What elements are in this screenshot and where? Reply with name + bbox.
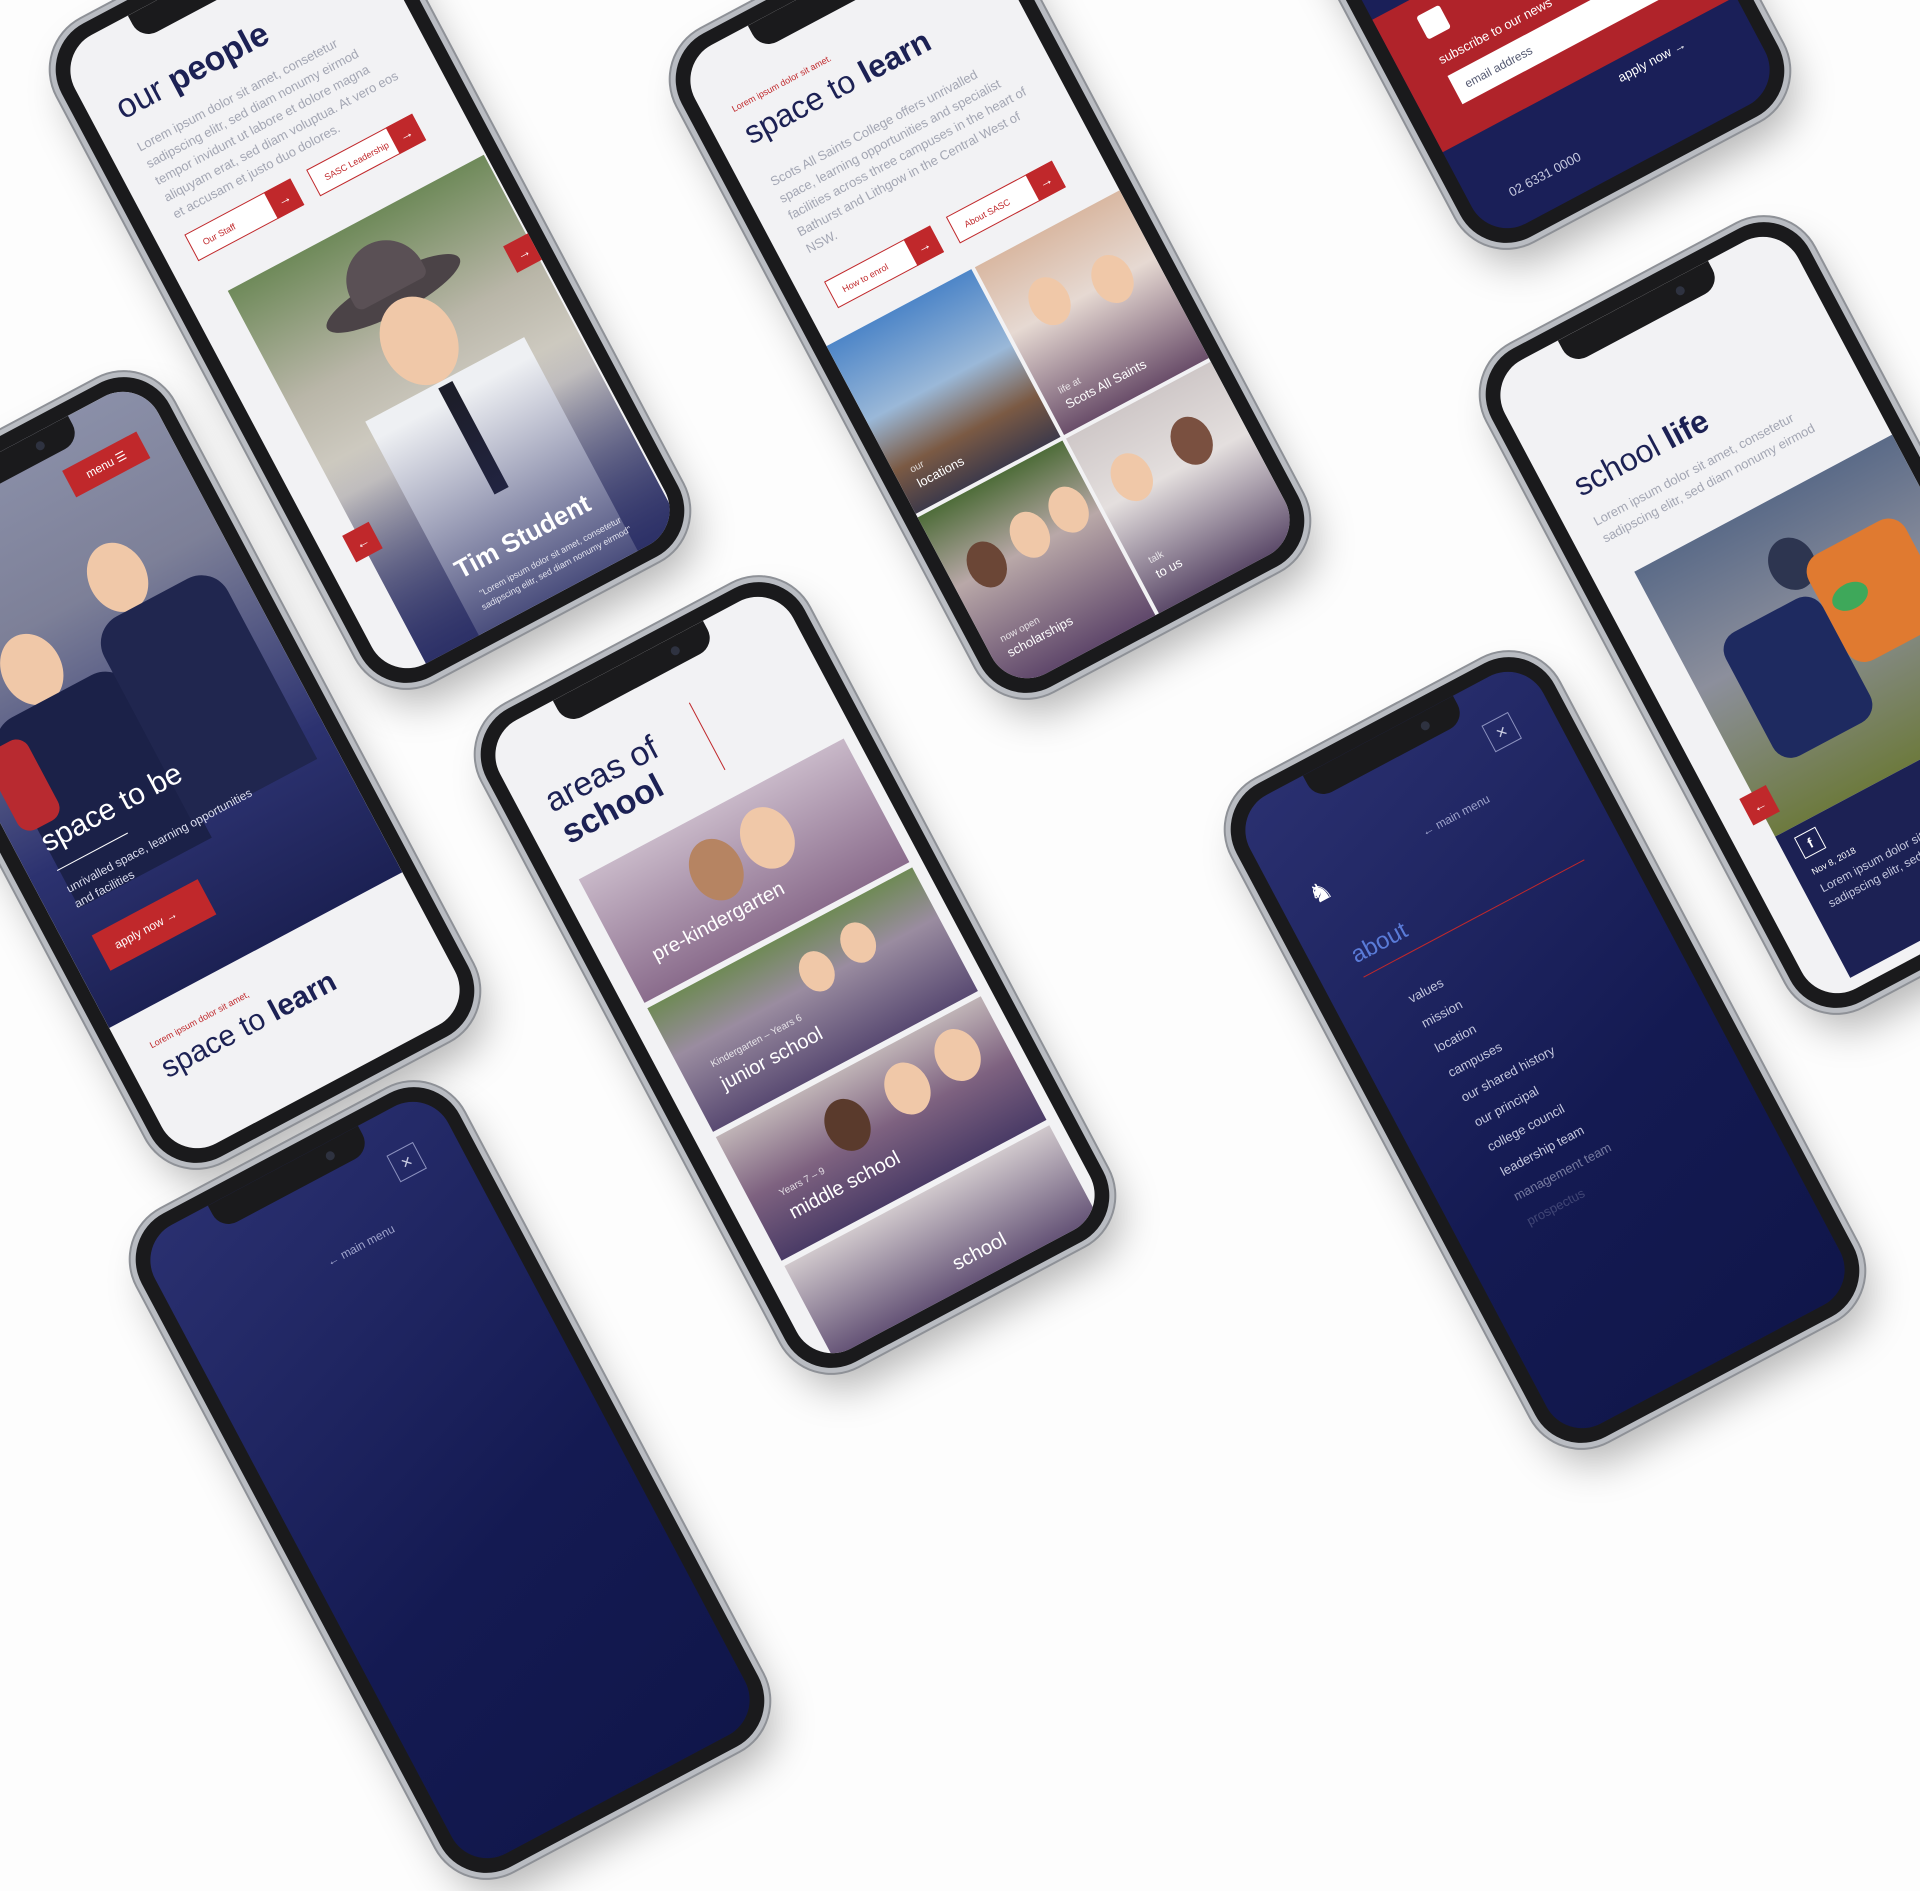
tile-title: school bbox=[948, 1228, 1011, 1276]
arrow-right-icon: → bbox=[162, 906, 180, 925]
section-title: about bbox=[1346, 916, 1413, 969]
intro-text: Scots All Saints College offers unrivall… bbox=[767, 66, 1029, 257]
title-bold: life bbox=[1656, 402, 1715, 456]
tile-label: talk to us bbox=[1146, 541, 1185, 581]
student-face bbox=[875, 1054, 940, 1123]
student-face bbox=[791, 944, 842, 998]
page-title: areas of school bbox=[538, 729, 681, 852]
facebook-icon: f bbox=[1793, 826, 1827, 860]
back-to-main-menu[interactable]: ← main menu bbox=[1420, 792, 1493, 839]
phone-subscribe: subscribe to our news email address appl… bbox=[1137, 0, 1803, 262]
student-face bbox=[1020, 269, 1079, 333]
arrow-right-icon: → bbox=[1670, 36, 1689, 56]
title-bold: learn bbox=[852, 22, 937, 91]
our-staff-label: Our Staff bbox=[200, 221, 238, 248]
menu-item-mission[interactable]: mission bbox=[1419, 997, 1465, 1031]
close-icon[interactable]: ✕ bbox=[1481, 711, 1522, 753]
title-bold: learn bbox=[263, 964, 342, 1028]
student-face bbox=[1162, 409, 1222, 473]
arrow-right-icon: → bbox=[263, 178, 305, 219]
lion-crest-icon: ♞ bbox=[1302, 873, 1338, 911]
student-face bbox=[1102, 445, 1162, 509]
screen-menu-small: ✕ ← main menu bbox=[136, 1087, 764, 1873]
menu-label: menu bbox=[83, 454, 117, 482]
notch bbox=[1302, 695, 1467, 801]
photo-overlay bbox=[321, 331, 684, 671]
title-thin: our bbox=[109, 70, 171, 127]
arrow-right-icon: → bbox=[903, 225, 945, 267]
tile-label: school bbox=[949, 1229, 1010, 1276]
leadership-label: SASC Leadership bbox=[322, 139, 391, 183]
menu-item-location[interactable]: location bbox=[1432, 1021, 1479, 1055]
arrow-right-icon: → bbox=[1025, 160, 1066, 202]
student-face bbox=[1083, 247, 1142, 311]
notch bbox=[1557, 260, 1722, 366]
arrow-right-icon: → bbox=[385, 113, 427, 155]
tile-label: our locations bbox=[907, 440, 966, 490]
menu-item-values[interactable]: values bbox=[1406, 975, 1446, 1006]
submenu-list: values mission location campuses our sha… bbox=[1406, 889, 1769, 1310]
student-face bbox=[833, 916, 884, 970]
about-label: About SASC bbox=[962, 196, 1012, 230]
back-label: main menu bbox=[1433, 791, 1493, 832]
close-icon[interactable]: ✕ bbox=[386, 1141, 427, 1183]
tile-label: now open scholarships bbox=[997, 600, 1075, 660]
tile-label: Kindergarten – Years 6 junior school bbox=[707, 1003, 826, 1095]
screen-subscribe: subscribe to our news email address appl… bbox=[1156, 0, 1784, 243]
student-face bbox=[925, 1020, 990, 1090]
back-label: main menu bbox=[338, 1221, 398, 1262]
student-face bbox=[958, 534, 1015, 595]
hamburger-icon: ☰ bbox=[112, 447, 130, 466]
phone-menu-small: ✕ ← main menu bbox=[117, 1068, 783, 1891]
student-photo: Tim Student "Lorem ipsum dolor sit amet,… bbox=[227, 154, 684, 671]
phone-number: 02 6331 0000 bbox=[1506, 149, 1584, 200]
enrol-label: How to enrol bbox=[840, 261, 890, 295]
title-divider bbox=[688, 702, 726, 771]
screen-areas-of-school: areas of school pre-kindergarten Kinderg… bbox=[481, 582, 1109, 1368]
back-to-main-menu[interactable]: ← main menu bbox=[325, 1222, 398, 1269]
